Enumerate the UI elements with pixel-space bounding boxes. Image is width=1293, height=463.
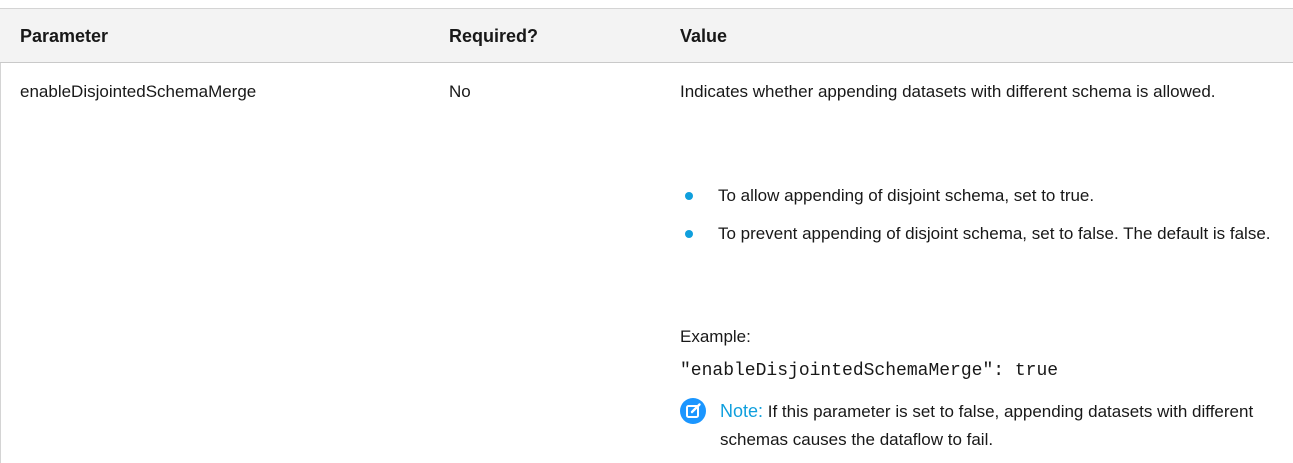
note-body: If this parameter is set to false, appen… [720,402,1254,449]
list-item: To prevent appending of disjoint schema,… [680,220,1280,248]
example-label: Example: [680,327,751,346]
bullet-icon [685,230,693,238]
option-list: To allow appending of disjoint schema, s… [680,182,1280,258]
value-description: Indicates whether appending datasets wit… [680,82,1216,101]
bullet-icon [685,192,693,200]
note-label: Note: [720,401,764,421]
parameter-table: Parameter Required? Value enableDisjoint… [0,0,1293,463]
list-item-text: To prevent appending of disjoint schema,… [718,224,1271,243]
note-text-block: Note: If this parameter is set to false,… [720,397,1290,454]
header-parameter: Parameter [20,26,109,46]
header-value: Value [680,26,728,46]
left-border [0,63,1,463]
list-item: To allow appending of disjoint schema, s… [680,182,1280,210]
required-value: No [449,82,471,101]
header-required: Required? [449,26,539,46]
table-header: Parameter Required? Value [0,9,1293,63]
edit-note-icon [680,398,706,424]
example-code: "enableDisjointedSchemaMerge": true [680,361,1059,381]
list-item-text: To allow appending of disjoint schema, s… [718,186,1095,205]
parameter-name: enableDisjointedSchemaMerge [20,82,257,101]
